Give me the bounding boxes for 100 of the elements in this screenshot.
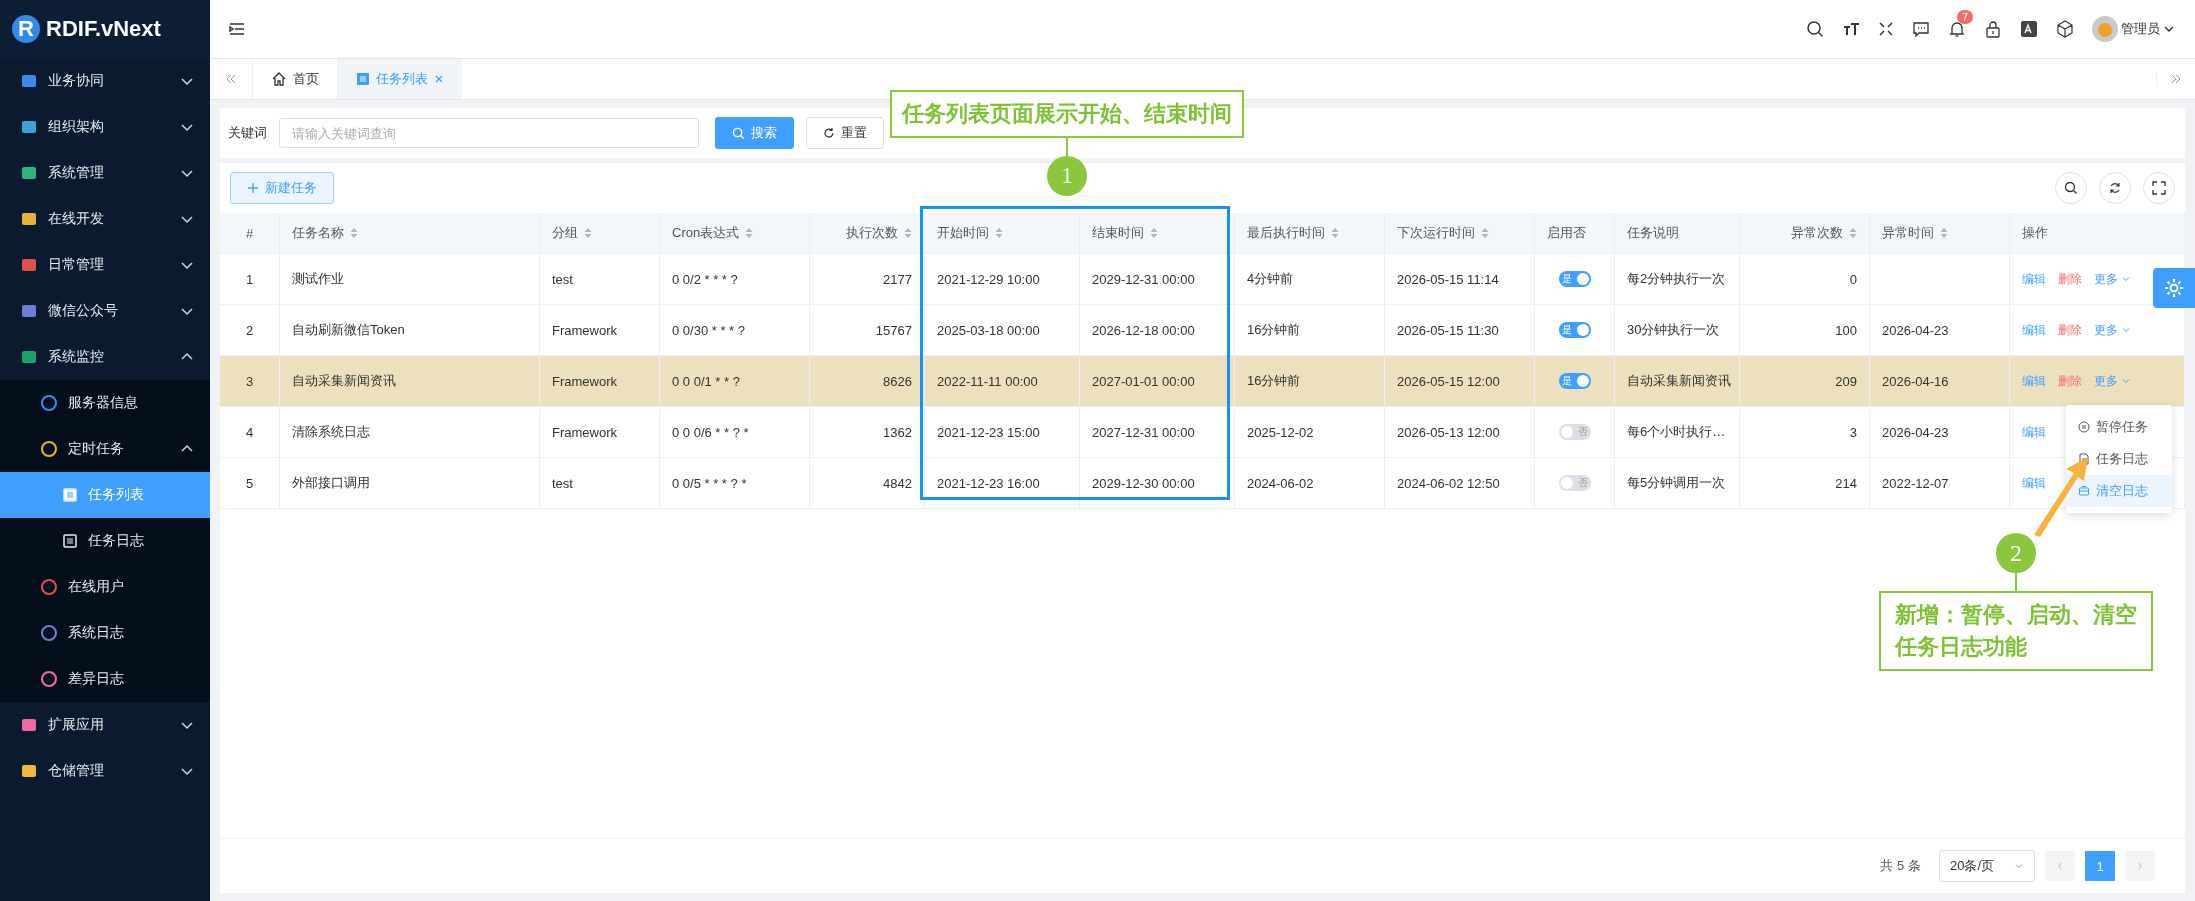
- table-cell: 测试作业: [292, 270, 344, 288]
- list-icon: [62, 533, 78, 549]
- plus-icon: [247, 182, 259, 194]
- table-cell: 2026-12-18 00:00: [1092, 322, 1195, 338]
- sidebar-item[interactable]: 业务协同: [0, 58, 210, 104]
- table-cell: 0: [1849, 271, 1857, 287]
- table-cell: 每6个小时执行…: [1627, 423, 1726, 441]
- fullscreen-icon[interactable]: [1878, 21, 1894, 37]
- bell-icon[interactable]: [1948, 20, 1966, 38]
- logo-badge: R: [12, 15, 40, 43]
- table-cell: 2022-12-07: [1882, 475, 1949, 491]
- list-icon: [356, 72, 370, 86]
- fullscreen-icon: [2152, 181, 2166, 195]
- sort-icon: [1849, 227, 1857, 239]
- sort-icon: [995, 227, 1003, 239]
- table-cell: 每2分钟执行一次: [1627, 270, 1726, 288]
- scroll-right-icon[interactable]: [2156, 72, 2183, 86]
- column-header[interactable]: 任务名称: [280, 213, 540, 253]
- column-header[interactable]: 异常时间: [1870, 213, 2010, 253]
- table-cell: 209: [1835, 373, 1857, 389]
- table-cell: 2027-12-31 00:00: [1092, 424, 1195, 440]
- callout-box: 任务列表页面展示开始、结束时间: [890, 90, 1244, 138]
- sort-icon: [350, 227, 358, 239]
- page-size-select[interactable]: 20条/页: [1938, 850, 2035, 882]
- settings-icon: [2163, 277, 2185, 299]
- table-cell: Framework: [552, 373, 617, 389]
- search-icon[interactable]: [1806, 20, 1824, 38]
- sidebar-item[interactable]: 任务日志: [0, 518, 210, 564]
- table-cell: 3: [245, 373, 254, 389]
- table-cell: 2026-05-15 11:14: [1397, 271, 1499, 287]
- keyword-field[interactable]: 请输入关键词查询: [279, 118, 699, 148]
- sidebar-item[interactable]: 差异日志: [0, 656, 210, 702]
- column-header[interactable]: Cron表达式: [660, 213, 810, 253]
- table-cell: 0 0/5 * * * ? *: [672, 475, 747, 491]
- sidebar-item[interactable]: 系统管理: [0, 150, 210, 196]
- search-button[interactable]: [2055, 172, 2087, 204]
- table-cell: 2026-05-15 11:30: [1397, 322, 1499, 338]
- table-cell: 0 0/2 * * * ?: [672, 271, 738, 287]
- sidebar-item[interactable]: 定时任务: [0, 426, 210, 472]
- sidebar-item[interactable]: 扩展应用: [0, 702, 210, 748]
- reset-button[interactable]: 重置: [806, 117, 884, 149]
- lock-icon[interactable]: [1984, 20, 2002, 38]
- sidebar-item[interactable]: 组织架构: [0, 104, 210, 150]
- sort-icon: [745, 227, 754, 239]
- message-icon[interactable]: [1912, 20, 1930, 38]
- table-cell: 2024-06-02: [1247, 475, 1314, 491]
- search-icon: [2064, 181, 2078, 195]
- column-header[interactable]: 执行次数: [810, 213, 925, 253]
- font-size-icon[interactable]: [1842, 20, 1860, 38]
- sidebar-item[interactable]: 日常管理: [0, 242, 210, 288]
- chevron-icon: [2014, 861, 2024, 871]
- table-cell: Framework: [552, 424, 617, 440]
- clear-icon: [2078, 485, 2090, 497]
- column-header[interactable]: 最后执行时间: [1235, 213, 1385, 253]
- search-icon: [732, 126, 745, 140]
- sidebar-item[interactable]: 在线用户: [0, 564, 210, 610]
- table-cell: 4分钟前: [1247, 270, 1294, 288]
- column-header[interactable]: 结束时间: [1080, 213, 1235, 253]
- column-header[interactable]: 分组: [540, 213, 660, 253]
- cube-icon[interactable]: [2056, 20, 2074, 38]
- notification-badge: 7: [1957, 10, 1974, 24]
- table-cell: test: [552, 475, 573, 491]
- user-menu[interactable]: 管理员: [2092, 16, 2175, 42]
- table-cell: 2029-12-31 00:00: [1092, 271, 1195, 287]
- table-cell: 2026-04-23: [1882, 424, 1949, 440]
- fullscreen-button[interactable]: [2143, 172, 2175, 204]
- refresh-button[interactable]: [2099, 172, 2131, 204]
- sidebar-item[interactable]: 系统监控: [0, 334, 210, 380]
- menu-item[interactable]: 暂停任务: [2066, 411, 2172, 443]
- sidebar-item[interactable]: 在线开发: [0, 196, 210, 242]
- callout-box: 新增：暂停、启动、清空任务日志功能: [1879, 591, 2153, 671]
- table-cell: 8626: [883, 373, 912, 389]
- sidebar-item[interactable]: 服务器信息: [0, 380, 210, 426]
- table-cell: 每5分钟调用一次: [1627, 474, 1726, 492]
- keyword-label: 关键词: [228, 124, 267, 142]
- sidebar-item[interactable]: 仓储管理: [0, 748, 210, 794]
- sort-icon: [1481, 227, 1489, 239]
- table-cell: 2024-06-02 12:50: [1397, 475, 1500, 491]
- chevron-icon: [2121, 274, 2131, 284]
- table-cell: 0 0 0/1 * * ?: [672, 373, 740, 389]
- table-cell: 30分钟执行一次: [1627, 321, 1720, 339]
- table-cell: 4: [245, 424, 254, 440]
- refresh-icon: [823, 127, 835, 139]
- scroll-left-icon[interactable]: [224, 72, 238, 86]
- sort-icon: [1940, 227, 1948, 239]
- column-header[interactable]: 异常次数: [1740, 213, 1870, 253]
- settings-button[interactable]: [2153, 268, 2195, 308]
- column-header[interactable]: 下次运行时间: [1385, 213, 1535, 253]
- sort-icon: [904, 227, 912, 239]
- table-cell: 2029-12-30 00:00: [1092, 475, 1195, 491]
- sidebar-item[interactable]: 系统日志: [0, 610, 210, 656]
- table-cell: 自动采集新闻资讯: [292, 372, 396, 390]
- table-cell: 16分钟前: [1247, 372, 1301, 390]
- table-cell: 4842: [883, 475, 912, 491]
- column-header: 启用否: [1535, 213, 1615, 253]
- translate-icon[interactable]: [2020, 20, 2038, 38]
- sidebar-item[interactable]: 微信公众号: [0, 288, 210, 334]
- column-header: 任务说明: [1615, 213, 1740, 253]
- chevron-icon: [2121, 325, 2131, 335]
- column-header[interactable]: 开始时间: [925, 213, 1080, 253]
